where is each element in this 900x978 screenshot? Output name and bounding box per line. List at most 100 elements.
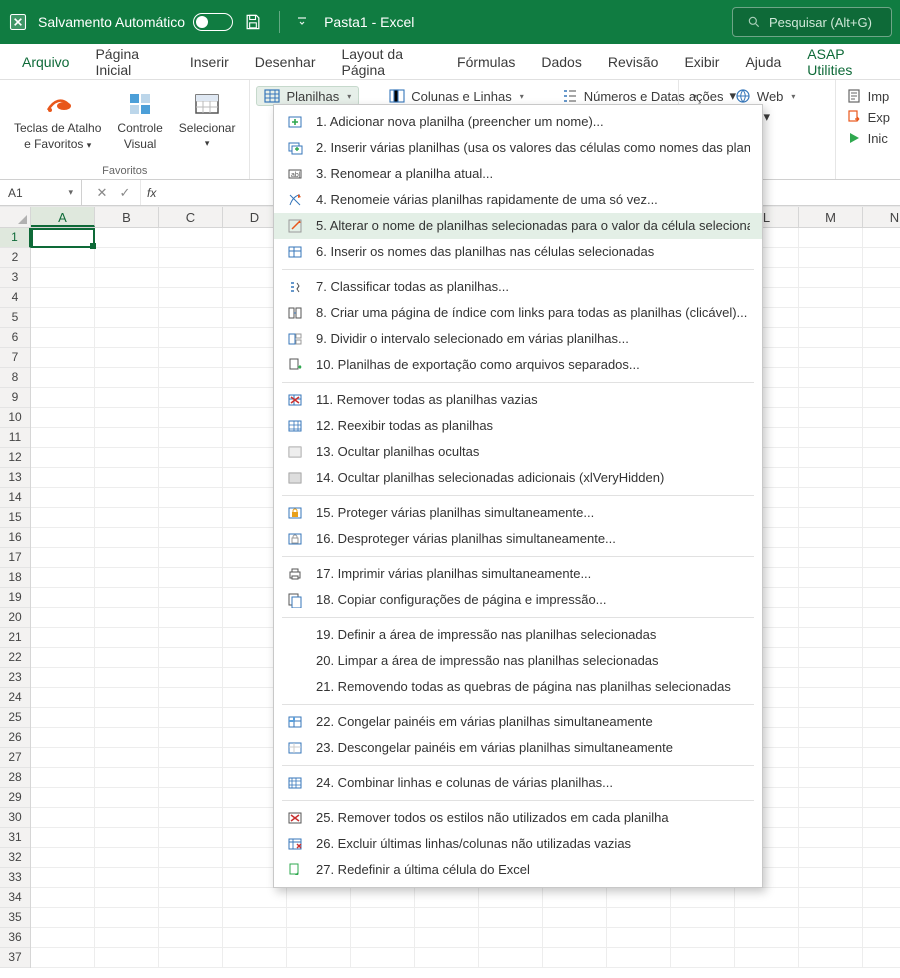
- cell[interactable]: [479, 888, 543, 908]
- cell[interactable]: [95, 828, 159, 848]
- cell[interactable]: [95, 528, 159, 548]
- menu-item[interactable]: 8. Criar uma página de índice com links …: [274, 300, 762, 326]
- row-header[interactable]: 19: [0, 588, 30, 608]
- cell[interactable]: [95, 268, 159, 288]
- cell[interactable]: [799, 928, 863, 948]
- row-header[interactable]: 5: [0, 308, 30, 328]
- menu-item[interactable]: 16. Desproteger várias planilhas simulta…: [274, 526, 762, 552]
- qat-more-icon[interactable]: [296, 15, 308, 30]
- cell[interactable]: [95, 408, 159, 428]
- cell[interactable]: [479, 908, 543, 928]
- cell[interactable]: [671, 928, 735, 948]
- cell[interactable]: [607, 928, 671, 948]
- cell[interactable]: [31, 448, 95, 468]
- cell[interactable]: [31, 888, 95, 908]
- cell[interactable]: [799, 408, 863, 428]
- cell[interactable]: [95, 648, 159, 668]
- cell[interactable]: [159, 828, 223, 848]
- row-header[interactable]: 24: [0, 688, 30, 708]
- menu-item[interactable]: 27. Redefinir a última célula do Excel: [274, 857, 762, 883]
- btn-teclas-atalho[interactable]: Teclas de Atalho e Favoritos ▾: [10, 86, 105, 154]
- cell[interactable]: [415, 888, 479, 908]
- btn-planilhas[interactable]: Planilhas▾: [256, 86, 359, 106]
- cell[interactable]: [863, 748, 900, 768]
- cell[interactable]: [543, 908, 607, 928]
- save-icon[interactable]: [243, 12, 263, 32]
- cell[interactable]: [735, 928, 799, 948]
- btn-imp[interactable]: Imp: [846, 88, 890, 104]
- cell[interactable]: [607, 888, 671, 908]
- cell[interactable]: [863, 468, 900, 488]
- cell[interactable]: [95, 608, 159, 628]
- cell[interactable]: [351, 908, 415, 928]
- cell[interactable]: [863, 348, 900, 368]
- row-header[interactable]: 26: [0, 728, 30, 748]
- cell[interactable]: [863, 768, 900, 788]
- cell[interactable]: [31, 808, 95, 828]
- row-header[interactable]: 14: [0, 488, 30, 508]
- cell[interactable]: [95, 288, 159, 308]
- cell[interactable]: [287, 888, 351, 908]
- tab-layout-da-p-gina[interactable]: Layout da Página: [329, 40, 443, 84]
- cell[interactable]: [223, 948, 287, 968]
- cell[interactable]: [415, 948, 479, 968]
- cell[interactable]: [95, 668, 159, 688]
- cell[interactable]: [159, 268, 223, 288]
- cell[interactable]: [159, 608, 223, 628]
- cell[interactable]: [159, 588, 223, 608]
- cell[interactable]: [799, 908, 863, 928]
- cell[interactable]: [159, 848, 223, 868]
- cell[interactable]: [159, 408, 223, 428]
- row-header[interactable]: 34: [0, 888, 30, 908]
- cell[interactable]: [31, 848, 95, 868]
- cell[interactable]: [159, 248, 223, 268]
- cell[interactable]: [863, 888, 900, 908]
- cell[interactable]: [95, 948, 159, 968]
- autosave-toggle[interactable]: [193, 13, 233, 31]
- cell[interactable]: [863, 288, 900, 308]
- btn-acoes[interactable]: ações▾: [689, 88, 770, 104]
- fx-icon[interactable]: fx: [141, 186, 162, 200]
- cell[interactable]: [31, 468, 95, 488]
- cell[interactable]: [31, 768, 95, 788]
- cell[interactable]: [31, 268, 95, 288]
- row-header[interactable]: 29: [0, 788, 30, 808]
- cell[interactable]: [95, 768, 159, 788]
- cell[interactable]: [799, 328, 863, 348]
- cell[interactable]: [863, 608, 900, 628]
- cell[interactable]: [159, 688, 223, 708]
- chevron-down-icon[interactable]: ▾: [68, 187, 73, 198]
- cell[interactable]: [799, 868, 863, 888]
- cell[interactable]: [799, 268, 863, 288]
- cell[interactable]: [863, 848, 900, 868]
- row-header[interactable]: 15: [0, 508, 30, 528]
- tab-ajuda[interactable]: Ajuda: [733, 48, 793, 76]
- cell[interactable]: [863, 688, 900, 708]
- cell[interactable]: [159, 548, 223, 568]
- row-header[interactable]: 16: [0, 528, 30, 548]
- cell[interactable]: [863, 648, 900, 668]
- cell[interactable]: [159, 368, 223, 388]
- cell[interactable]: [159, 308, 223, 328]
- menu-item[interactable]: 20. Limpar a área de impressão nas plani…: [274, 648, 762, 674]
- cell[interactable]: [799, 468, 863, 488]
- cell[interactable]: [223, 928, 287, 948]
- row-header[interactable]: 35: [0, 908, 30, 928]
- cell[interactable]: [863, 548, 900, 568]
- cell[interactable]: [31, 608, 95, 628]
- cell[interactable]: [479, 928, 543, 948]
- cell[interactable]: [159, 668, 223, 688]
- cell[interactable]: [31, 528, 95, 548]
- cell[interactable]: [159, 808, 223, 828]
- cell[interactable]: [95, 888, 159, 908]
- cell[interactable]: [159, 888, 223, 908]
- btn-inic[interactable]: Inic: [846, 130, 890, 146]
- cell[interactable]: [31, 788, 95, 808]
- cell[interactable]: [863, 408, 900, 428]
- cell[interactable]: [95, 388, 159, 408]
- cell[interactable]: [95, 928, 159, 948]
- cell[interactable]: [287, 908, 351, 928]
- cell[interactable]: [799, 368, 863, 388]
- cell[interactable]: [735, 888, 799, 908]
- cell[interactable]: [607, 948, 671, 968]
